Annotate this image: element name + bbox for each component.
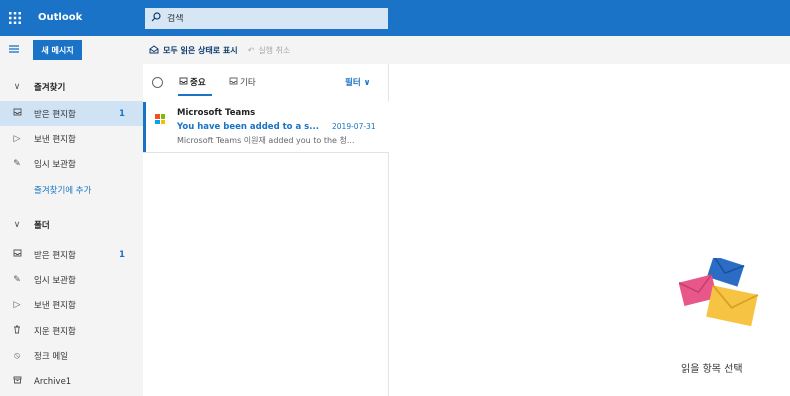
- section-label: 폴더: [34, 220, 50, 231]
- message-item[interactable]: Microsoft Teams You have been added to a…: [143, 102, 389, 152]
- mark-all-read-button[interactable]: 모두 읽은 상태로 표시: [149, 44, 238, 56]
- mark-all-read-label: 모두 읽은 상태로 표시: [163, 45, 238, 55]
- nav-item-label: 임시 보관함: [34, 159, 76, 170]
- app-brand[interactable]: Outlook: [38, 0, 82, 36]
- nav-item-label: 받은 편지함: [34, 250, 76, 261]
- chevron-down-icon: ∨: [13, 81, 21, 92]
- folder-item-archive[interactable]: Archive1: [0, 369, 143, 394]
- search-icon: [151, 12, 161, 25]
- filter-label: 필터: [345, 78, 361, 88]
- folders-section-header[interactable]: ∨ 폴더: [0, 212, 143, 237]
- tab-other-label: 기타: [240, 78, 256, 88]
- new-message-button[interactable]: 새 메시지: [33, 40, 82, 60]
- top-bar: Outlook: [0, 0, 790, 36]
- fav-item-drafts[interactable]: ✎ 임시 보관함: [0, 151, 143, 176]
- select-all-checkbox[interactable]: [152, 77, 163, 88]
- nav-item-label: 보낸 편지함: [34, 300, 76, 311]
- tab-other[interactable]: 기타: [229, 76, 256, 88]
- unread-count: 1: [119, 108, 125, 119]
- block-icon: ⦸: [14, 350, 20, 361]
- envelope-open-icon: [149, 44, 159, 56]
- search-input[interactable]: [167, 13, 367, 24]
- message-subject: You have been added to a s...: [177, 122, 319, 132]
- inbox-icon: [0, 108, 34, 119]
- active-tab-indicator: [178, 94, 212, 96]
- message-preview: Microsoft Teams 이원재 added you to the 청..…: [177, 136, 355, 145]
- hamburger-icon[interactable]: [8, 43, 22, 57]
- other-inbox-icon: [229, 77, 238, 88]
- folder-pane: 새 메시지 ∨ 즐겨찾기 받은 편지함 1 ▷ 보낸 편지함 ✎ 임시 보관함 …: [0, 36, 143, 396]
- search-box[interactable]: [145, 8, 388, 29]
- envelopes-illustration-icon: [679, 258, 759, 327]
- nav-header: 새 메시지: [0, 36, 143, 64]
- nav-item-label: 받은 편지함: [34, 109, 76, 120]
- fav-item-sent[interactable]: ▷ 보낸 편지함: [0, 126, 143, 151]
- message-sender: Microsoft Teams: [177, 108, 256, 118]
- inbox-icon: [0, 249, 34, 260]
- chevron-down-icon: ∨: [13, 219, 21, 230]
- tab-focused[interactable]: 중요: [179, 76, 206, 88]
- undo-label: 실행 취소: [258, 45, 291, 55]
- nav-item-label: 지운 편지함: [34, 326, 76, 337]
- undo-icon: ↶: [247, 45, 255, 55]
- folder-item-drafts[interactable]: ✎ 임시 보관함: [0, 267, 143, 292]
- undo-button[interactable]: ↶ 실행 취소: [248, 45, 291, 56]
- pencil-icon: ✎: [13, 158, 21, 169]
- command-bar: 모두 읽은 상태로 표시 ↶ 실행 취소: [143, 36, 790, 64]
- folder-item-junk[interactable]: ⦸ 정크 메일: [0, 343, 143, 368]
- add-favorite-link[interactable]: 즐겨찾기에 추가: [0, 177, 143, 202]
- send-icon: ▷: [13, 133, 21, 144]
- filter-dropdown[interactable]: 필터 ∨: [345, 76, 371, 88]
- reading-pane: 읽을 항목 선택: [389, 64, 790, 396]
- send-icon: ▷: [13, 299, 21, 310]
- folder-item-inbox[interactable]: 받은 편지함 1: [0, 242, 143, 267]
- nav-item-label: 보낸 편지함: [34, 134, 76, 145]
- app-launcher-icon[interactable]: [0, 0, 30, 36]
- tab-focused-label: 중요: [190, 78, 206, 88]
- add-favorite-label: 즐겨찾기에 추가: [34, 185, 92, 196]
- favorites-section-header[interactable]: ∨ 즐겨찾기: [0, 74, 143, 99]
- archive-icon: [0, 376, 34, 387]
- trash-icon: [0, 325, 34, 337]
- folder-item-deleted[interactable]: 지운 편지함: [0, 318, 143, 343]
- message-date: 2019-07-31: [332, 122, 376, 131]
- nav-item-label: 정크 메일: [34, 351, 68, 362]
- message-list: 중요 기타 필터 ∨ Microsoft Teams You have been…: [143, 64, 389, 396]
- inbox-tabs: 중요 기타 필터 ∨: [143, 64, 389, 100]
- nav-item-label: Archive1: [34, 376, 72, 387]
- fav-item-inbox[interactable]: 받은 편지함 1: [0, 101, 143, 126]
- pencil-icon: ✎: [13, 274, 21, 285]
- chevron-down-icon: ∨: [363, 78, 371, 88]
- folder-item-sent[interactable]: ▷ 보낸 편지함: [0, 292, 143, 317]
- section-label: 즐겨찾기: [34, 82, 66, 93]
- empty-reading-hint: 읽을 항목 선택: [681, 364, 743, 375]
- microsoft-logo-icon: [155, 114, 165, 124]
- unread-count: 1: [119, 249, 125, 260]
- nav-item-label: 임시 보관함: [34, 275, 76, 286]
- focused-inbox-icon: [179, 77, 188, 88]
